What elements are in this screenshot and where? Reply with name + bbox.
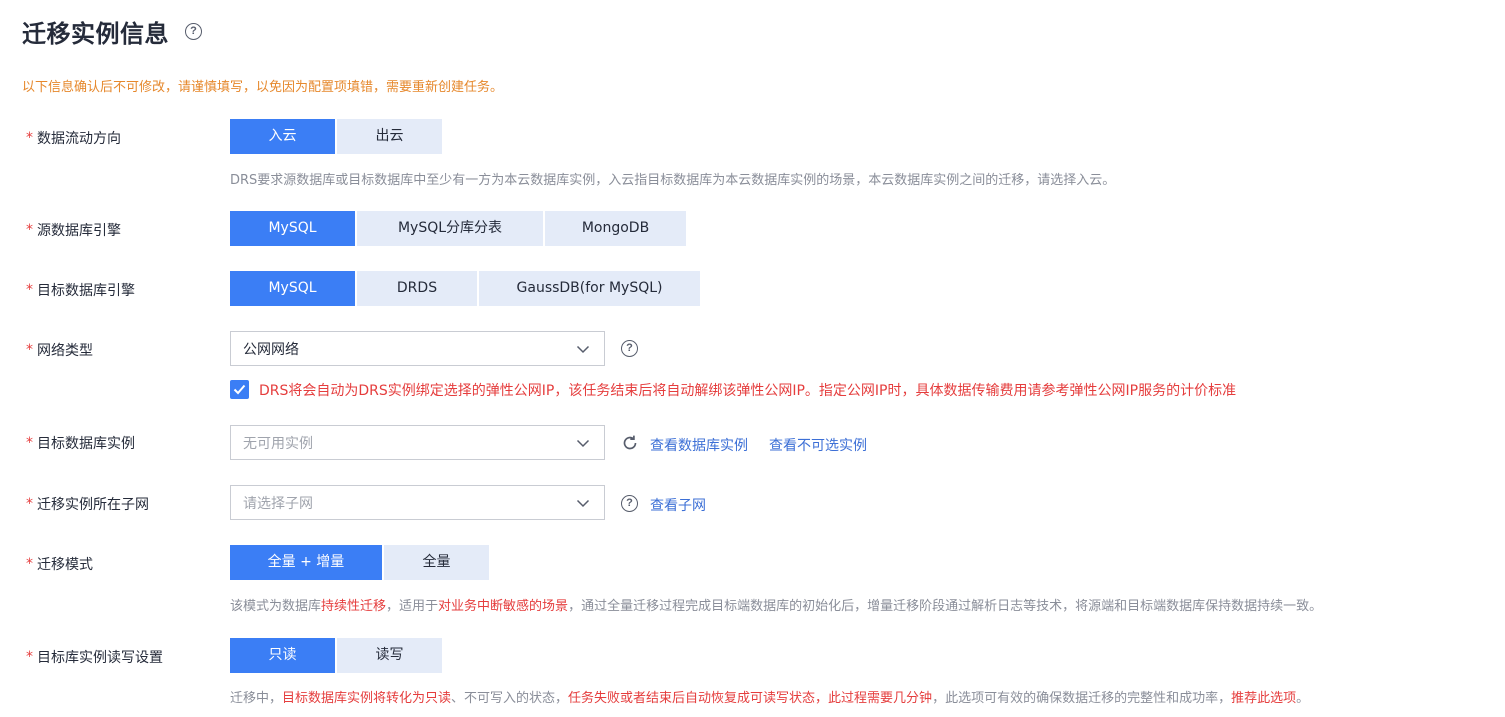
desc-text: 、不可写入的状态， — [451, 691, 569, 706]
flow-direction-label: * 数据流动方向 — [26, 128, 121, 148]
rw-setting-label-text: 目标库实例读写设置 — [37, 650, 163, 666]
subnet-placeholder: 请选择子网 — [243, 495, 313, 512]
migration-mode-label-text: 迁移模式 — [37, 557, 93, 573]
required-mark: * — [26, 435, 33, 451]
target-instance-label-text: 目标数据库实例 — [37, 436, 135, 452]
refresh-icon[interactable] — [621, 434, 639, 452]
desc-text: ，通过全量迁移过程完成目标端数据库的初始化后，增量迁移阶段通过解析日志等技术，将… — [568, 599, 1323, 614]
migration-mode-option-full[interactable]: 全量 — [384, 545, 489, 580]
desc-text: 。 — [1296, 691, 1310, 706]
required-mark: * — [26, 222, 33, 238]
flow-direction-option-inbound[interactable]: 入云 — [230, 119, 335, 154]
target-engine-option-gaussdb[interactable]: GaussDB(for MySQL) — [479, 271, 700, 306]
page-title: 迁移实例信息 — [22, 20, 169, 48]
target-engine-segment: MySQL DRDS GaussDB(for MySQL) — [230, 271, 702, 306]
target-instance-placeholder: 无可用实例 — [243, 435, 313, 452]
required-mark: * — [26, 130, 33, 146]
source-engine-option-mysql[interactable]: MySQL — [230, 211, 355, 246]
required-mark: * — [26, 556, 33, 572]
target-engine-option-mysql[interactable]: MySQL — [230, 271, 355, 306]
required-mark: * — [26, 282, 33, 298]
question-circle-icon[interactable]: ? — [621, 495, 638, 512]
question-circle-icon[interactable]: ? — [185, 23, 202, 40]
migration-mode-description: 该模式为数据库持续性迁移，适用于对业务中断敏感的场景，通过全量迁移过程完成目标端… — [230, 595, 1322, 614]
rw-setting-option-readonly[interactable]: 只读 — [230, 638, 335, 673]
view-subnet-link[interactable]: 查看子网 — [650, 495, 706, 515]
flow-direction-option-outbound[interactable]: 出云 — [337, 119, 442, 154]
migration-mode-label: * 迁移模式 — [26, 554, 93, 574]
target-engine-label-text: 目标数据库引擎 — [37, 283, 135, 299]
chevron-down-icon — [576, 439, 590, 448]
subnet-label: * 迁移实例所在子网 — [26, 494, 149, 514]
rw-setting-option-readwrite[interactable]: 读写 — [337, 638, 442, 673]
network-type-select[interactable]: 公网网络 — [230, 331, 605, 366]
target-engine-label: * 目标数据库引擎 — [26, 280, 135, 300]
page-header: 迁移实例信息 ? — [22, 14, 202, 49]
migration-mode-segment: 全量 + 增量 全量 — [230, 545, 491, 580]
source-engine-option-mongodb[interactable]: MongoDB — [545, 211, 686, 246]
required-mark: * — [26, 496, 33, 512]
required-mark: * — [26, 342, 33, 358]
chevron-down-icon — [576, 499, 590, 508]
question-circle-icon[interactable]: ? — [621, 340, 638, 357]
source-engine-label-text: 源数据库引擎 — [37, 223, 121, 239]
flow-direction-segment: 入云 出云 — [230, 119, 444, 154]
eip-checkbox[interactable] — [230, 380, 249, 399]
view-db-instance-link[interactable]: 查看数据库实例 — [650, 435, 748, 455]
subnet-select[interactable]: 请选择子网 — [230, 485, 605, 520]
rw-setting-label: * 目标库实例读写设置 — [26, 647, 163, 667]
target-instance-select[interactable]: 无可用实例 — [230, 425, 605, 460]
target-instance-label: * 目标数据库实例 — [26, 433, 135, 453]
desc-text: 该模式为数据库 — [230, 599, 322, 614]
rw-setting-description: 迁移中，目标数据库实例将转化为只读、不可写入的状态，任务失败或者结束后自动恢复成… — [230, 687, 1309, 706]
subnet-label-text: 迁移实例所在子网 — [37, 497, 149, 513]
chevron-down-icon — [576, 345, 590, 354]
desc-highlight: 对业务中断敏感的场景 — [438, 599, 569, 614]
rw-setting-segment: 只读 读写 — [230, 638, 444, 673]
target-engine-option-drds[interactable]: DRDS — [357, 271, 477, 306]
source-engine-segment: MySQL MySQL分库分表 MongoDB — [230, 211, 688, 246]
warning-notice: 以下信息确认后不可修改，请谨慎填写，以免因为配置项填错，需要重新创建任务。 — [22, 80, 504, 95]
network-type-value: 公网网络 — [243, 341, 299, 358]
desc-text: 迁移中， — [230, 691, 283, 706]
desc-highlight: 持续性迁移 — [321, 599, 387, 614]
view-unselectable-instance-link[interactable]: 查看不可选实例 — [769, 435, 867, 455]
network-type-label-text: 网络类型 — [37, 343, 93, 359]
desc-highlight: 目标数据库实例将转化为只读 — [282, 691, 452, 706]
flow-direction-label-text: 数据流动方向 — [37, 131, 121, 147]
desc-text: ，适用于 — [386, 599, 439, 614]
desc-text: ，此选项可有效的确保数据迁移的完整性和成功率， — [932, 691, 1232, 706]
network-type-label: * 网络类型 — [26, 340, 93, 360]
eip-checkbox-text: DRS将会自动为DRS实例绑定选择的弹性公网IP，该任务结束后将自动解绑该弹性公… — [259, 383, 1237, 399]
check-icon — [233, 384, 246, 395]
migration-mode-option-full-incremental[interactable]: 全量 + 增量 — [230, 545, 382, 580]
source-engine-label: * 源数据库引擎 — [26, 220, 121, 240]
flow-direction-description: DRS要求源数据库或目标数据库中至少有一方为本云数据库实例，入云指目标数据库为本… — [230, 173, 1116, 188]
desc-highlight: 推荐此选项 — [1231, 691, 1297, 706]
desc-highlight: 任务失败或者结束后自动恢复成可读写状态，此过程需要几分钟 — [568, 691, 933, 706]
source-engine-option-mysql-sharding[interactable]: MySQL分库分表 — [357, 211, 543, 246]
required-mark: * — [26, 649, 33, 665]
